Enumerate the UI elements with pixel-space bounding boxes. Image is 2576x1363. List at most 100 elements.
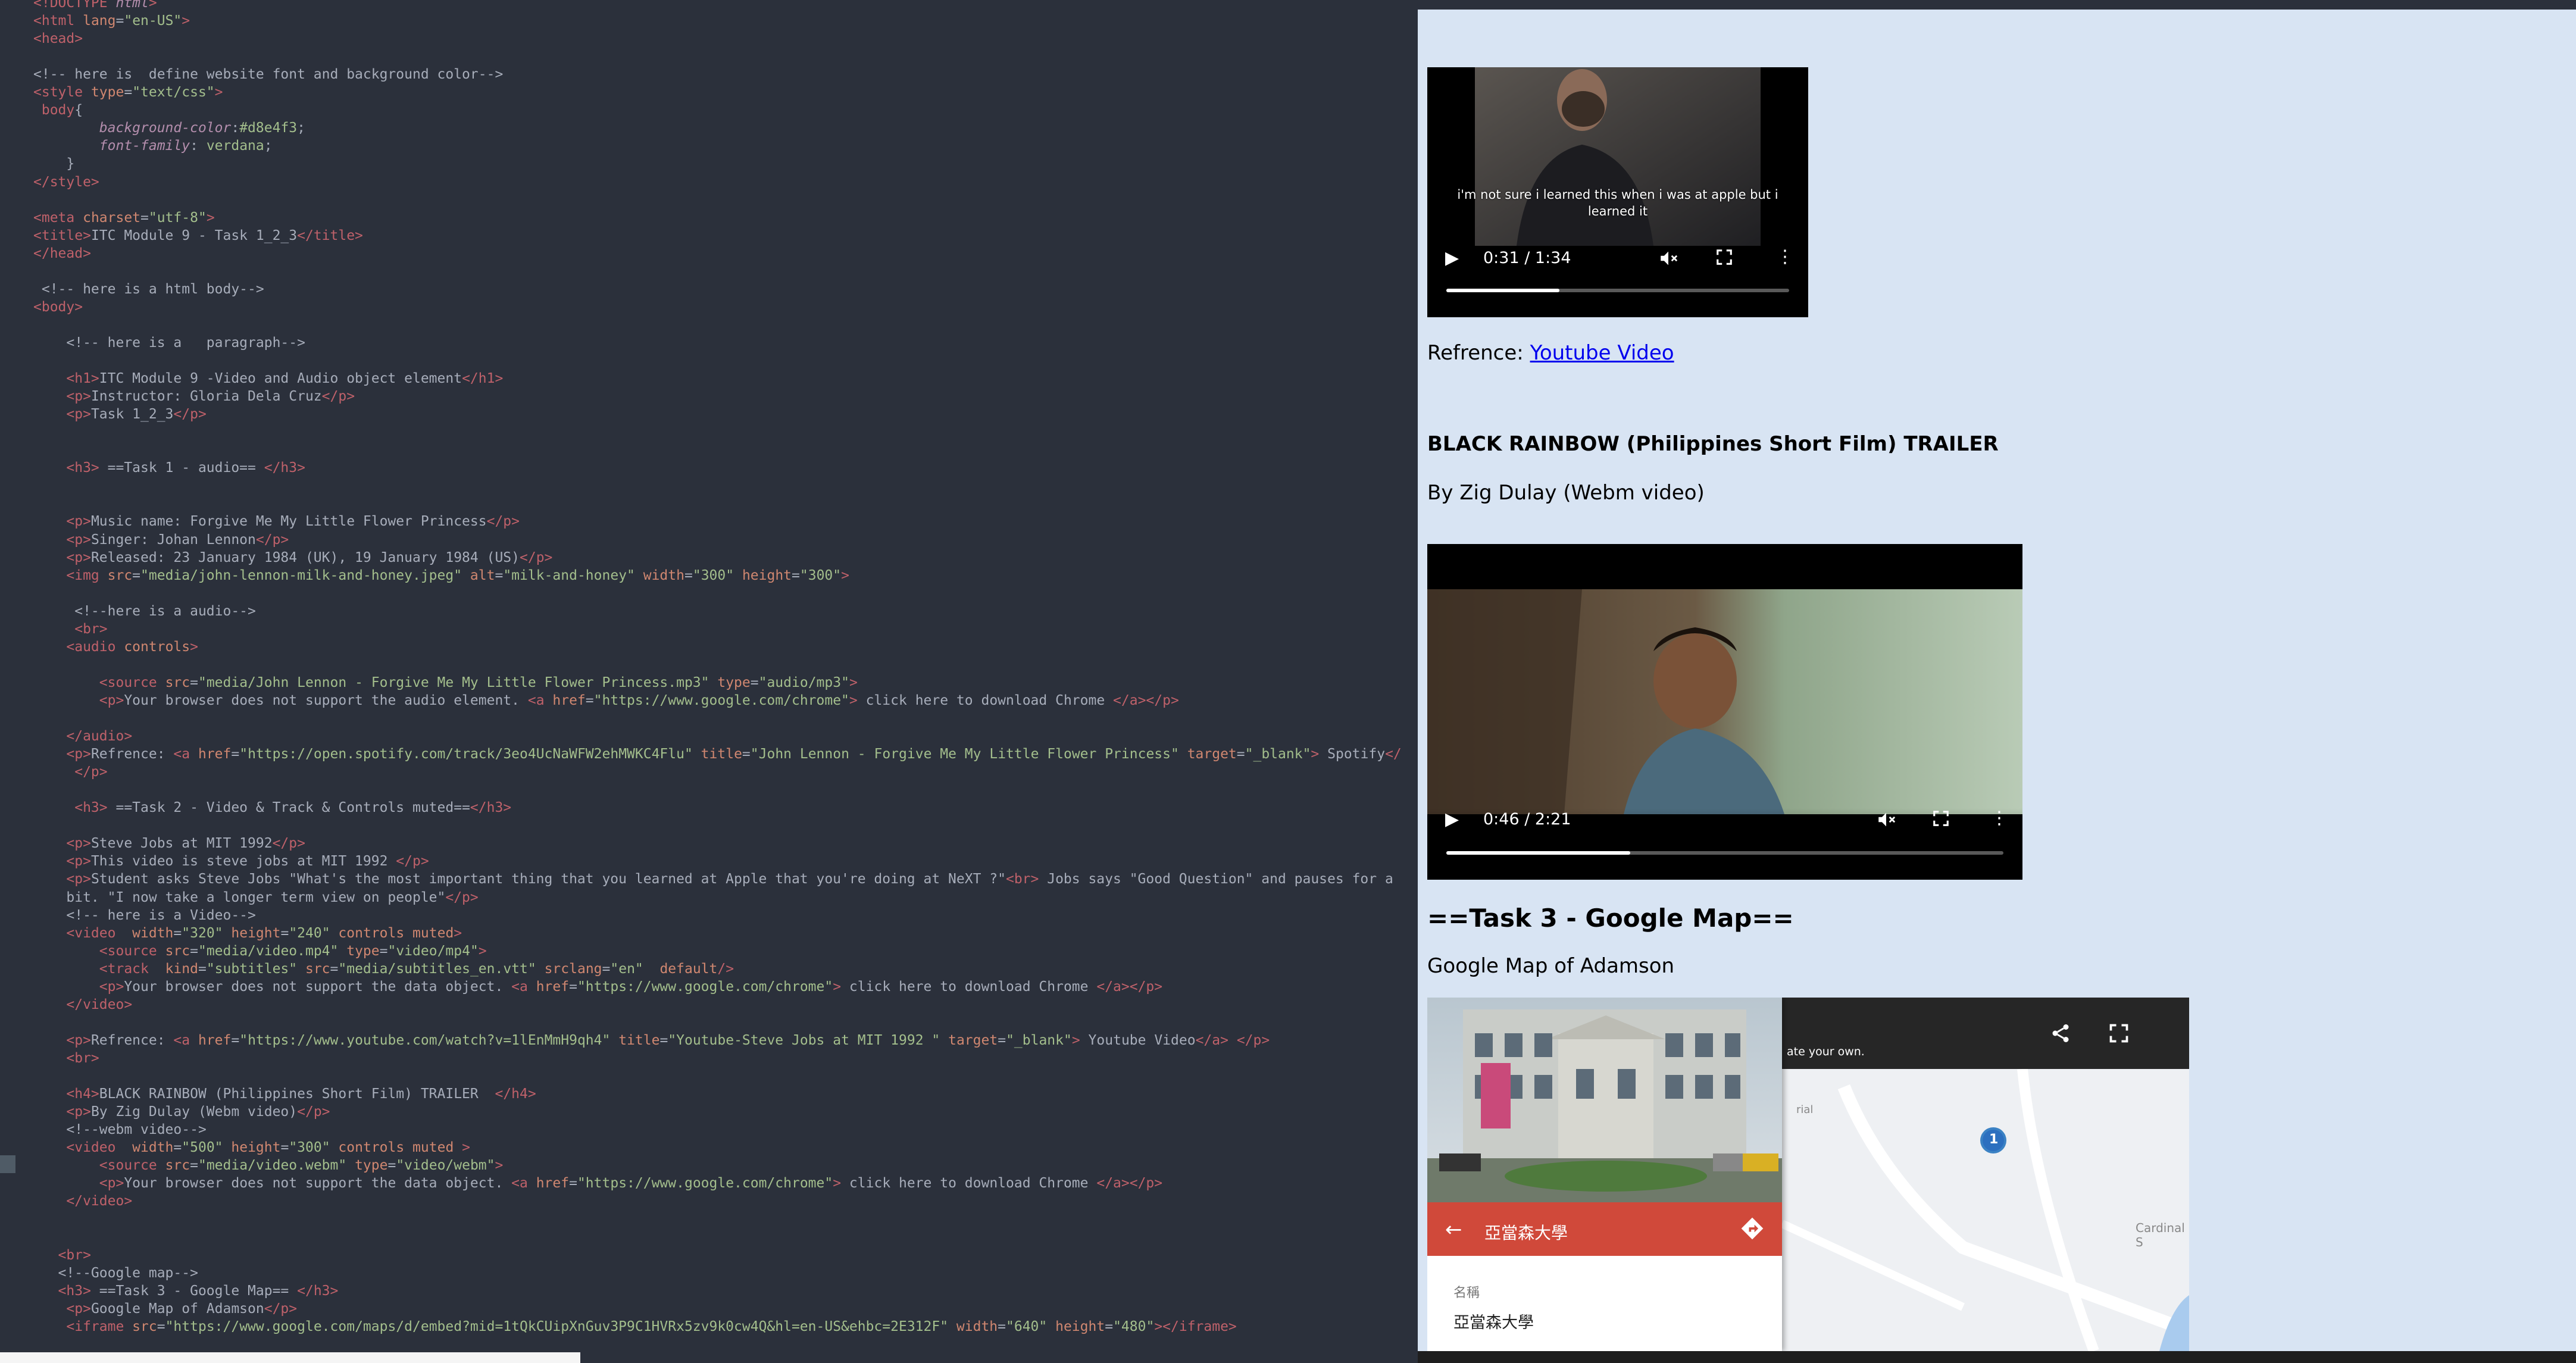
code-line[interactable]: <p>By Zig Dulay (Webm video)</p> [0, 1103, 1418, 1121]
code-line[interactable] [0, 1067, 1418, 1085]
code-line[interactable]: <!--Google map--> [0, 1264, 1418, 1282]
code-line[interactable] [0, 1210, 1418, 1228]
muted-icon[interactable] [1658, 248, 1678, 272]
code-line[interactable]: <h4>BLACK RAINBOW (Philippines Short Fil… [0, 1085, 1418, 1103]
code-line[interactable]: </video> [0, 1192, 1418, 1210]
code-line[interactable]: </audio> [0, 727, 1418, 745]
code-line[interactable]: <p>Task 1_2_3</p> [0, 405, 1418, 423]
code-line[interactable]: <head> [0, 30, 1418, 48]
code-line[interactable]: <br> [0, 1246, 1418, 1264]
code-line[interactable]: <p>Your browser does not support the dat… [0, 1174, 1418, 1192]
video-progress-bar[interactable] [1446, 289, 1789, 292]
code-line[interactable]: </video> [0, 996, 1418, 1014]
code-line[interactable]: <h1>ITC Module 9 -Video and Audio object… [0, 370, 1418, 387]
code-line[interactable]: <iframe src="https://www.google.com/maps… [0, 1318, 1418, 1336]
code-line[interactable]: <html lang="en-US"> [0, 12, 1418, 30]
code-line[interactable] [0, 262, 1418, 280]
map-fullscreen-icon[interactable] [2108, 1023, 2130, 1046]
code-line[interactable]: <p>This video is steve jobs at MIT 1992 … [0, 852, 1418, 870]
code-token: "https://open.spotify.com/track/3eo4UcNa… [239, 746, 693, 762]
code-line[interactable]: <!-- here is a Video--> [0, 906, 1418, 924]
back-arrow-icon[interactable]: ← [1445, 1218, 1462, 1242]
code-line[interactable]: <!--webm video--> [0, 1121, 1418, 1139]
code-line[interactable] [0, 817, 1418, 834]
map-marker-1[interactable]: 1 [1989, 1132, 1998, 1147]
code-line[interactable]: <p>Singer: Johan Lennon</p> [0, 531, 1418, 549]
code-line[interactable] [0, 709, 1418, 727]
code-line[interactable]: <p>Refrence: <a href="https://www.youtub… [0, 1031, 1418, 1049]
directions-icon[interactable] [1739, 1215, 1765, 1242]
code-line[interactable]: <style type="text/css"> [0, 83, 1418, 101]
video-black-rainbow[interactable]: ▶ 0:46 / 2:21 ⋮ [1427, 544, 2022, 880]
code-line[interactable]: <p>Music name: Forgive Me My Little Flow… [0, 512, 1418, 530]
code-token: <a [511, 979, 536, 995]
code-line[interactable]: <p>Your browser does not support the dat… [0, 978, 1418, 996]
code-line[interactable]: <h3> ==Task 1 - audio== </h3> [0, 459, 1418, 477]
code-line[interactable]: <video width="320" height="240" controls… [0, 924, 1418, 942]
code-line[interactable]: <p>Your browser does not support the aud… [0, 692, 1418, 709]
share-icon[interactable] [2050, 1023, 2071, 1046]
code-line[interactable]: background-color:#d8e4f3; [0, 119, 1418, 137]
code-line[interactable]: } [0, 155, 1418, 173]
code-line[interactable]: <p>Instructor: Gloria Dela Cruz</p> [0, 387, 1418, 405]
muted-icon-2[interactable] [1876, 809, 1896, 833]
code-line[interactable]: <h3> ==Task 3 - Google Map== </h3> [0, 1282, 1418, 1300]
code-line[interactable] [0, 477, 1418, 495]
code-line[interactable] [0, 584, 1418, 602]
code-line[interactable]: <br> [0, 620, 1418, 638]
code-line[interactable] [0, 191, 1418, 209]
code-line[interactable]: <meta charset="utf-8"> [0, 209, 1418, 227]
play-icon-2[interactable]: ▶ [1445, 811, 1459, 829]
code-line[interactable]: <!-- here is define website font and bac… [0, 65, 1418, 83]
code-line[interactable] [0, 656, 1418, 674]
code-line[interactable]: <p>Student asks Steve Jobs "What's the m… [0, 870, 1418, 888]
code-line[interactable] [0, 423, 1418, 441]
more-options-icon[interactable]: ⋮ [1776, 248, 1794, 266]
code-line[interactable]: <source src="media/video.webm" type="vid… [0, 1156, 1418, 1174]
code-line[interactable] [0, 48, 1418, 65]
code-line[interactable]: <body> [0, 298, 1418, 316]
code-line[interactable]: <br> [0, 1049, 1418, 1067]
code-line[interactable]: <h3> ==Task 2 - Video & Track & Controls… [0, 799, 1418, 817]
code-line[interactable]: </style> [0, 173, 1418, 191]
play-icon[interactable]: ▶ [1445, 249, 1459, 267]
code-line[interactable] [0, 441, 1418, 459]
code-line[interactable]: <video width="500" height="300" controls… [0, 1139, 1418, 1156]
code-line[interactable] [0, 781, 1418, 799]
code-line[interactable] [0, 1228, 1418, 1246]
code-line[interactable]: font-family: verdana; [0, 137, 1418, 155]
code-line[interactable]: <source src="media/video.mp4" type="vide… [0, 942, 1418, 960]
more-options-icon-2[interactable]: ⋮ [1990, 809, 2008, 827]
youtube-video-link[interactable]: Youtube Video [1530, 341, 1674, 365]
code-line[interactable] [0, 1014, 1418, 1031]
video-progress-bar-2[interactable] [1446, 851, 2003, 855]
code-line[interactable]: <p>Google Map of Adamson</p> [0, 1300, 1418, 1318]
code-line[interactable]: body{ [0, 101, 1418, 119]
code-line[interactable]: bit. "I now take a longer term view on p… [0, 889, 1418, 906]
code-line[interactable]: <p>Refrence: <a href="https://open.spoti… [0, 745, 1418, 763]
code-line[interactable] [0, 316, 1418, 334]
code-line[interactable]: <audio controls> [0, 638, 1418, 656]
code-line[interactable] [0, 495, 1418, 512]
google-map-embed[interactable]: 1 rial Cardinal S ate your own. ← 亞當森大學 … [1427, 998, 2189, 1351]
code-line[interactable]: <track kind="subtitles" src="media/subti… [0, 960, 1418, 978]
code-line[interactable]: <img src="media/john-lennon-milk-and-hon… [0, 567, 1418, 584]
code-line[interactable]: </p> [0, 763, 1418, 781]
code-line[interactable]: <!-- here is a paragraph--> [0, 334, 1418, 352]
code-line[interactable]: </head> [0, 245, 1418, 262]
code-line[interactable] [0, 1336, 1418, 1353]
code-token: = [750, 675, 759, 690]
code-editor[interactable]: <!DOCTYPE html> <html lang="en-US"> <head>… [0, 0, 1418, 1363]
code-line[interactable]: <p>Steve Jobs at MIT 1992</p> [0, 834, 1418, 852]
code-line[interactable]: <!-- here is a html body--> [0, 280, 1418, 298]
code-line[interactable]: <p>Released: 23 January 1984 (UK), 19 Ja… [0, 549, 1418, 567]
code-line[interactable]: <!DOCTYPE html> [0, 0, 1418, 12]
video-steve-jobs[interactable]: i'm not sure i learned this when i was a… [1427, 67, 1808, 317]
code-line[interactable]: <source src="media/John Lennon - Forgive… [0, 674, 1418, 692]
code-line[interactable]: <title>ITC Module 9 - Task 1_2_3</title> [0, 227, 1418, 245]
fullscreen-icon-2[interactable] [1932, 809, 1950, 831]
code-line[interactable]: <!--here is a audio--> [0, 602, 1418, 620]
browser-preview[interactable]: i'm not sure i learned this when i was a… [1418, 0, 2576, 1351]
fullscreen-icon[interactable] [1715, 248, 1733, 270]
code-line[interactable] [0, 352, 1418, 370]
